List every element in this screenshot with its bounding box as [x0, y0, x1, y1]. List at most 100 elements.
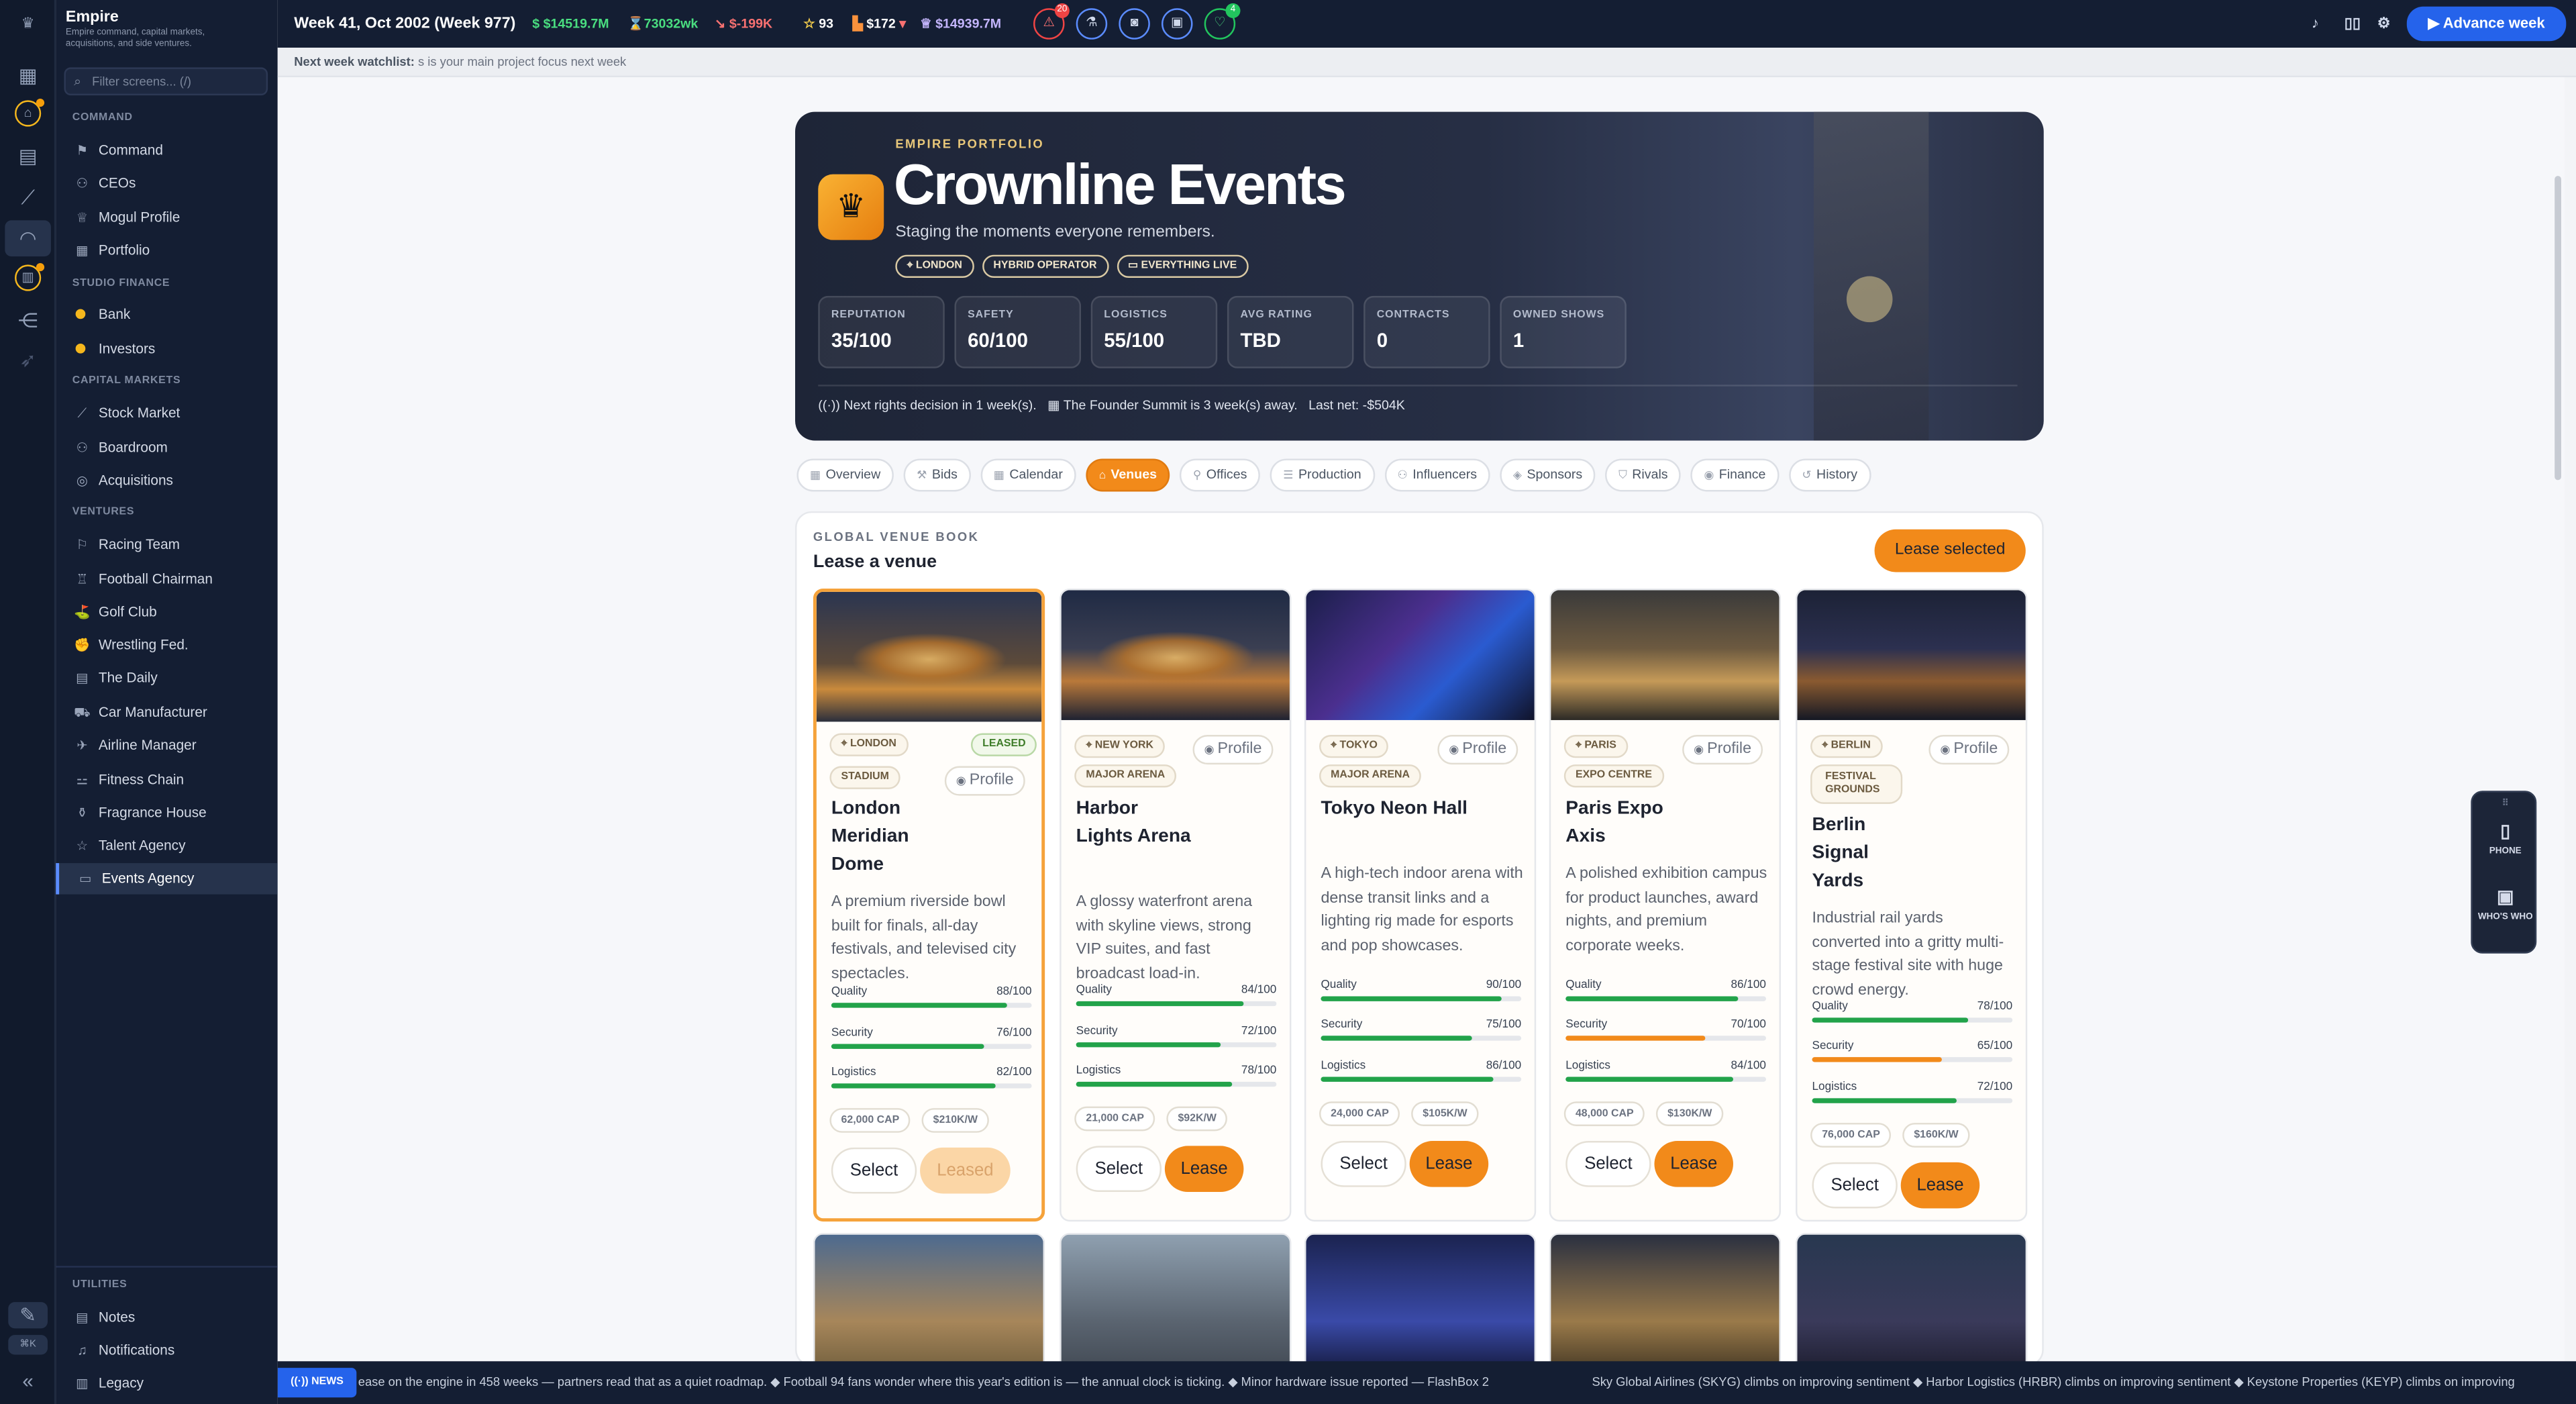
venue-profile-button[interactable]: ◉ Profile: [1682, 734, 1763, 765]
sidebar-item-stock-market[interactable]: ⟋ Stock Market: [56, 398, 278, 430]
tab-sponsors[interactable]: ◈ Sponsors: [1500, 458, 1596, 492]
alert-button[interactable]: ⚠ 20: [1033, 3, 1070, 40]
venue-select-button[interactable]: Select: [831, 1147, 917, 1194]
news-badge[interactable]: ((·)) NEWS: [277, 1368, 357, 1398]
tab-offices[interactable]: ⚲ Offices: [1180, 458, 1260, 492]
tab-production[interactable]: ☰ Production: [1270, 458, 1375, 492]
venue-profile-button[interactable]: ◉ Profile: [1192, 734, 1274, 765]
sidebar-item-car-manufacturer[interactable]: ⛟ Car Manufacturer: [56, 697, 278, 729]
venue-card-london[interactable]: ⌖ LONDON LEASED STADIUM ◉ Profile London …: [813, 588, 1045, 1222]
shield-icon: ⛉: [1618, 470, 1627, 482]
venue-price: $130K/W: [1655, 1101, 1724, 1127]
scrollbar[interactable]: [2555, 176, 2561, 481]
venue-card-berlin[interactable]: ⌖ BERLIN ◉ Profile FESTIVAL GROUNDS Berli…: [1796, 588, 2028, 1222]
flask-button[interactable]: ⚗: [1076, 8, 1108, 40]
tab-bids[interactable]: ⚒ Bids: [903, 458, 971, 492]
venue-select-button[interactable]: Select: [1321, 1141, 1406, 1187]
venue-lease-button[interactable]: Lease: [1654, 1141, 1733, 1187]
sidebar-item-racing-team[interactable]: ⚐ Racing Team: [56, 530, 278, 561]
health-button[interactable]: ♡ 4: [1204, 3, 1241, 40]
sidebar-item-legacy[interactable]: ▥ Legacy: [56, 1368, 278, 1399]
share-icon[interactable]: ⋲: [15, 307, 41, 334]
venue-profile-button[interactable]: ◉ Profile: [1928, 734, 2010, 765]
tab-history[interactable]: ↺ History: [1788, 458, 1871, 492]
venue-name: Tokyo Neon Hall: [1321, 799, 1467, 819]
net-stat[interactable]: ↘ $-199K: [715, 0, 772, 48]
venue-profile-button[interactable]: ◉ Profile: [1437, 734, 1518, 765]
venue-image-glow: [850, 633, 1008, 686]
sidebar-item-fitness-chain[interactable]: ⚍ Fitness Chain: [56, 764, 278, 796]
sidebar-item-the-daily[interactable]: ▤ The Daily: [56, 662, 278, 694]
filter-screens-input[interactable]: ⌕ Filter screens... (/): [64, 67, 268, 96]
venue-card-row2[interactable]: [1796, 1233, 2028, 1365]
bank-icon[interactable]: ⌂: [15, 98, 45, 127]
rocket-icon[interactable]: ➶: [15, 347, 41, 373]
whos-who-button[interactable]: ▣ WHO'S WHO: [2473, 888, 2538, 924]
networth-stat[interactable]: ♕ $14939.7M: [920, 0, 1001, 48]
person-icon: ⚲: [1192, 470, 1202, 482]
lease-selected-button[interactable]: Lease selected: [1874, 529, 2026, 572]
drag-handle[interactable]: ⠿: [2473, 799, 2538, 811]
venue-lease-button[interactable]: Lease: [1900, 1162, 1980, 1209]
venue-profile-button[interactable]: ◉ Profile: [944, 766, 1025, 796]
sidebar-item-wrestling-fed[interactable]: ✊ Wrestling Fed.: [56, 630, 278, 661]
venue-card-new-york[interactable]: ⌖ NEW YORK ◉ Profile MAJOR ARENA Harbor L…: [1060, 588, 1292, 1222]
tab-finance[interactable]: ◉ Finance: [1690, 458, 1780, 492]
sidebar-item-notes[interactable]: ▤ Notes: [56, 1302, 278, 1334]
sidebar-item-talent-agency[interactable]: ☆ Talent Agency: [56, 830, 278, 862]
venue-image: [1797, 590, 2026, 720]
stars-stat[interactable]: ☆ 93: [803, 0, 833, 48]
tab-influencers[interactable]: ⚇ Influencers: [1384, 458, 1490, 492]
venue-card-row2[interactable]: [1549, 1233, 1782, 1365]
sidebar-item-mogul-profile[interactable]: ♕ Mogul Profile: [56, 202, 278, 234]
tab-rivals[interactable]: ⛉ Rivals: [1605, 458, 1682, 492]
venue-lease-button[interactable]: Lease: [1409, 1141, 1489, 1187]
sidebar-item-airline-manager[interactable]: ✈ Airline Manager: [56, 730, 278, 762]
venue-select-button[interactable]: Select: [1812, 1162, 1898, 1209]
shortcut-badge[interactable]: ⌘K: [8, 1335, 48, 1355]
tab-overview[interactable]: ▦ Overview: [796, 458, 894, 492]
gauge-icon[interactable]: ◠: [5, 220, 51, 257]
film-button[interactable]: ▣: [1161, 8, 1193, 40]
venue-card-row2[interactable]: [1060, 1233, 1292, 1365]
venue-card-row2[interactable]: [813, 1233, 1045, 1365]
phone-button[interactable]: ▯ PHONE: [2473, 822, 2538, 858]
venue-card-paris[interactable]: ⌖ PARIS ◉ Profile EXPO CENTRE Paris Expo …: [1549, 588, 1782, 1222]
sidebar-item-bank[interactable]: Bank: [56, 299, 278, 331]
sidebar-item-boardroom[interactable]: ⚇ Boardroom: [56, 432, 278, 464]
sidebar-item-events-agency[interactable]: ▭ Events Agency: [56, 863, 278, 895]
advance-week-button[interactable]: ▶ Advance week: [2406, 6, 2567, 42]
gear-icon[interactable]: ⚙: [2377, 0, 2391, 48]
venue-card-tokyo[interactable]: ⌖ TOKYO ◉ Profile MAJOR ARENA Tokyo Neon …: [1304, 588, 1537, 1222]
pencil-icon[interactable]: ✎: [8, 1302, 48, 1329]
app-logo-icon[interactable]: ♛: [15, 10, 41, 36]
sidebar-item-ceos[interactable]: ⚇ CEOs: [56, 168, 278, 199]
sidebar-item-fragrance-house[interactable]: ⚱ Fragrance House: [56, 797, 278, 829]
venue-select-button[interactable]: Select: [1565, 1141, 1651, 1187]
tab-calendar[interactable]: ▦ Calendar: [980, 458, 1076, 492]
chart-icon[interactable]: ⟋: [15, 184, 41, 210]
sidebar-item-golf-club[interactable]: ⛳ Golf Club: [56, 597, 278, 628]
price-stat[interactable]: ▙ $172 ▾: [853, 0, 906, 48]
newspaper-icon[interactable]: ▤: [15, 143, 41, 169]
sidebar-item-notifications[interactable]: ♫ Notifications: [56, 1335, 278, 1366]
venue-select-button[interactable]: Select: [1076, 1146, 1162, 1192]
venue-card-row2[interactable]: [1304, 1233, 1537, 1365]
cash-stat[interactable]: $ $14519.7M: [532, 0, 609, 48]
grid-icon[interactable]: ▦: [15, 62, 41, 89]
star-icon: ☆: [803, 16, 819, 32]
music-icon[interactable]: ♪: [2312, 0, 2319, 48]
sidebar-item-portfolio[interactable]: ▦ Portfolio: [56, 235, 278, 266]
weekly-stat[interactable]: ⌛73032wk: [627, 0, 698, 48]
sidebar-item-football-chairman[interactable]: ♖ Football Chairman: [56, 564, 278, 595]
camera-button[interactable]: ◙: [1119, 8, 1150, 40]
venue-lease-button[interactable]: Lease: [1164, 1146, 1244, 1192]
collapse-icon[interactable]: «: [15, 1368, 41, 1394]
building-icon[interactable]: ▥: [15, 262, 45, 291]
sidebar-item-acquisitions[interactable]: ◎ Acquisitions: [56, 465, 278, 497]
sidebar-item-investors[interactable]: Investors: [56, 334, 278, 365]
phone-icon: ▯: [2500, 821, 2511, 842]
tab-venues[interactable]: ⌂ Venues: [1086, 458, 1170, 492]
sidebar-item-command[interactable]: ⚑ Command: [56, 135, 278, 166]
book-icon[interactable]: ▯▯: [2345, 0, 2361, 48]
